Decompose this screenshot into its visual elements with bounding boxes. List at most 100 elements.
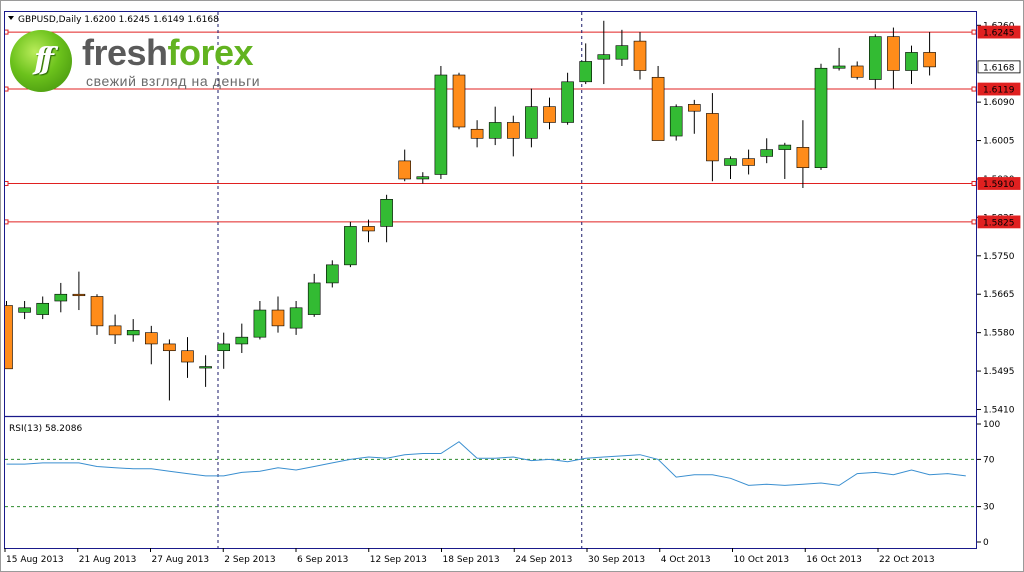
svg-text:1.6119: 1.6119 [983,86,1015,96]
candle [434,65,448,179]
level-handle[interactable] [971,219,976,225]
level-handle[interactable] [971,86,976,92]
candle [778,142,792,179]
date-tick-label: 4 Oct 2013 [661,555,711,565]
candle [163,339,176,401]
candle [199,355,212,387]
dropdown-triangle-icon[interactable] [8,16,14,20]
symbol-info-text: GBPUSD,Daily 1.6200 1.6245 1.6149 1.6168 [18,15,219,25]
logo-word-forex: forex [167,32,254,73]
candle [887,27,900,89]
candle [380,194,393,243]
candle [18,301,31,320]
date-tick-label: 24 Sep 2013 [515,555,572,565]
candle [832,47,846,71]
svg-text:1.5825: 1.5825 [983,218,1015,228]
logo-word-fresh: fresh [82,32,168,73]
candle [470,120,484,148]
candle [126,319,140,342]
svg-text:1.6245: 1.6245 [983,29,1015,39]
candle [615,29,629,66]
price-tick-label: 1.5580 [983,329,1015,339]
candle [108,314,122,344]
candle [5,301,13,370]
date-tick-label: 18 Sep 2013 [443,555,500,565]
rsi-tick-label: 0 [983,538,989,548]
rsi-info-text: RSI(13) 58.2086 [9,424,82,434]
candle [633,32,647,80]
candle [706,93,719,182]
svg-text:1.6168: 1.6168 [983,63,1015,73]
candle [923,32,936,76]
candle [289,301,303,335]
candle [868,34,882,89]
rsi-tick-label: 100 [983,420,1000,430]
date-tick-label: 27 Aug 2013 [152,555,210,565]
rsi-line [6,441,966,486]
level-handle[interactable] [971,180,976,186]
rsi-axis: 100 70 30 0 [977,420,1000,548]
candle [814,63,828,170]
current-price-label: 1.6168 [977,60,1021,73]
candle [235,323,249,353]
price-tick-label: 1.6005 [983,137,1015,147]
chart-window[interactable]: 1.62601.60901.60051.59201.58351.57501.56… [0,0,1024,572]
candle [145,325,158,365]
level-price-label: 1.6245 [977,25,1021,39]
date-tick-label: 2 Sep 2013 [224,555,275,565]
date-tick-label: 6 Sep 2013 [297,555,348,565]
candle [90,294,104,335]
date-tick-label: 22 Oct 2013 [879,555,935,565]
candle [506,115,520,157]
date-tick-label: 12 Sep 2013 [370,555,427,565]
logo-wordmark: freshforex [82,32,254,73]
candle [452,72,466,130]
svg-text:1.5910: 1.5910 [983,180,1015,190]
candle [416,172,430,184]
candle [181,337,194,378]
candle [271,296,285,333]
candle [651,65,665,141]
candle [796,120,810,189]
vertical-date-markers [217,12,583,548]
candle [742,149,755,175]
price-tick-label: 1.5410 [983,405,1015,415]
candle [398,149,412,182]
level-handle[interactable] [971,29,976,35]
candle [72,271,86,311]
candle [724,156,737,179]
candle [905,45,918,85]
date-tick-label: 30 Sep 2013 [588,555,645,565]
level-price-label: 1.5910 [977,177,1021,190]
candle [525,88,538,148]
freshforex-logo: ff freshforex свежий взгляд на деньги [10,30,290,92]
candle [488,106,502,146]
logo-ff-icon: ff [10,30,72,92]
date-tick-label: 16 Oct 2013 [806,555,862,565]
candle [307,273,321,317]
candle [54,282,68,313]
candle [687,99,701,134]
price-axis[interactable]: 1.62601.60901.60051.59201.58351.57501.56… [977,21,1021,415]
candle [344,221,357,268]
rsi-panel [5,441,976,508]
time-axis[interactable]: 15 Aug 2013 21 Aug 2013 27 Aug 2013 2 Sep 2… [4,548,935,565]
rsi-tick-label: 70 [983,455,995,465]
logo-tagline: свежий взгляд на деньги [86,73,261,89]
candle [669,104,683,141]
level-price-label: 1.6119 [977,82,1021,96]
candle [850,61,864,80]
price-tick-label: 1.5750 [983,252,1015,262]
date-tick-label: 15 Aug 2013 [6,555,64,565]
price-tick-label: 1.5495 [983,367,1015,377]
candle [561,72,574,125]
rsi-tick-label: 30 [983,503,995,513]
level-price-label: 1.5825 [977,215,1021,228]
candle [543,97,556,130]
candle [760,138,774,164]
date-tick-label: 21 Aug 2013 [79,555,137,565]
price-tick-label: 1.5665 [983,290,1015,300]
date-tick-label: 10 Oct 2013 [734,555,790,565]
candle [362,219,375,243]
candle [36,296,50,320]
